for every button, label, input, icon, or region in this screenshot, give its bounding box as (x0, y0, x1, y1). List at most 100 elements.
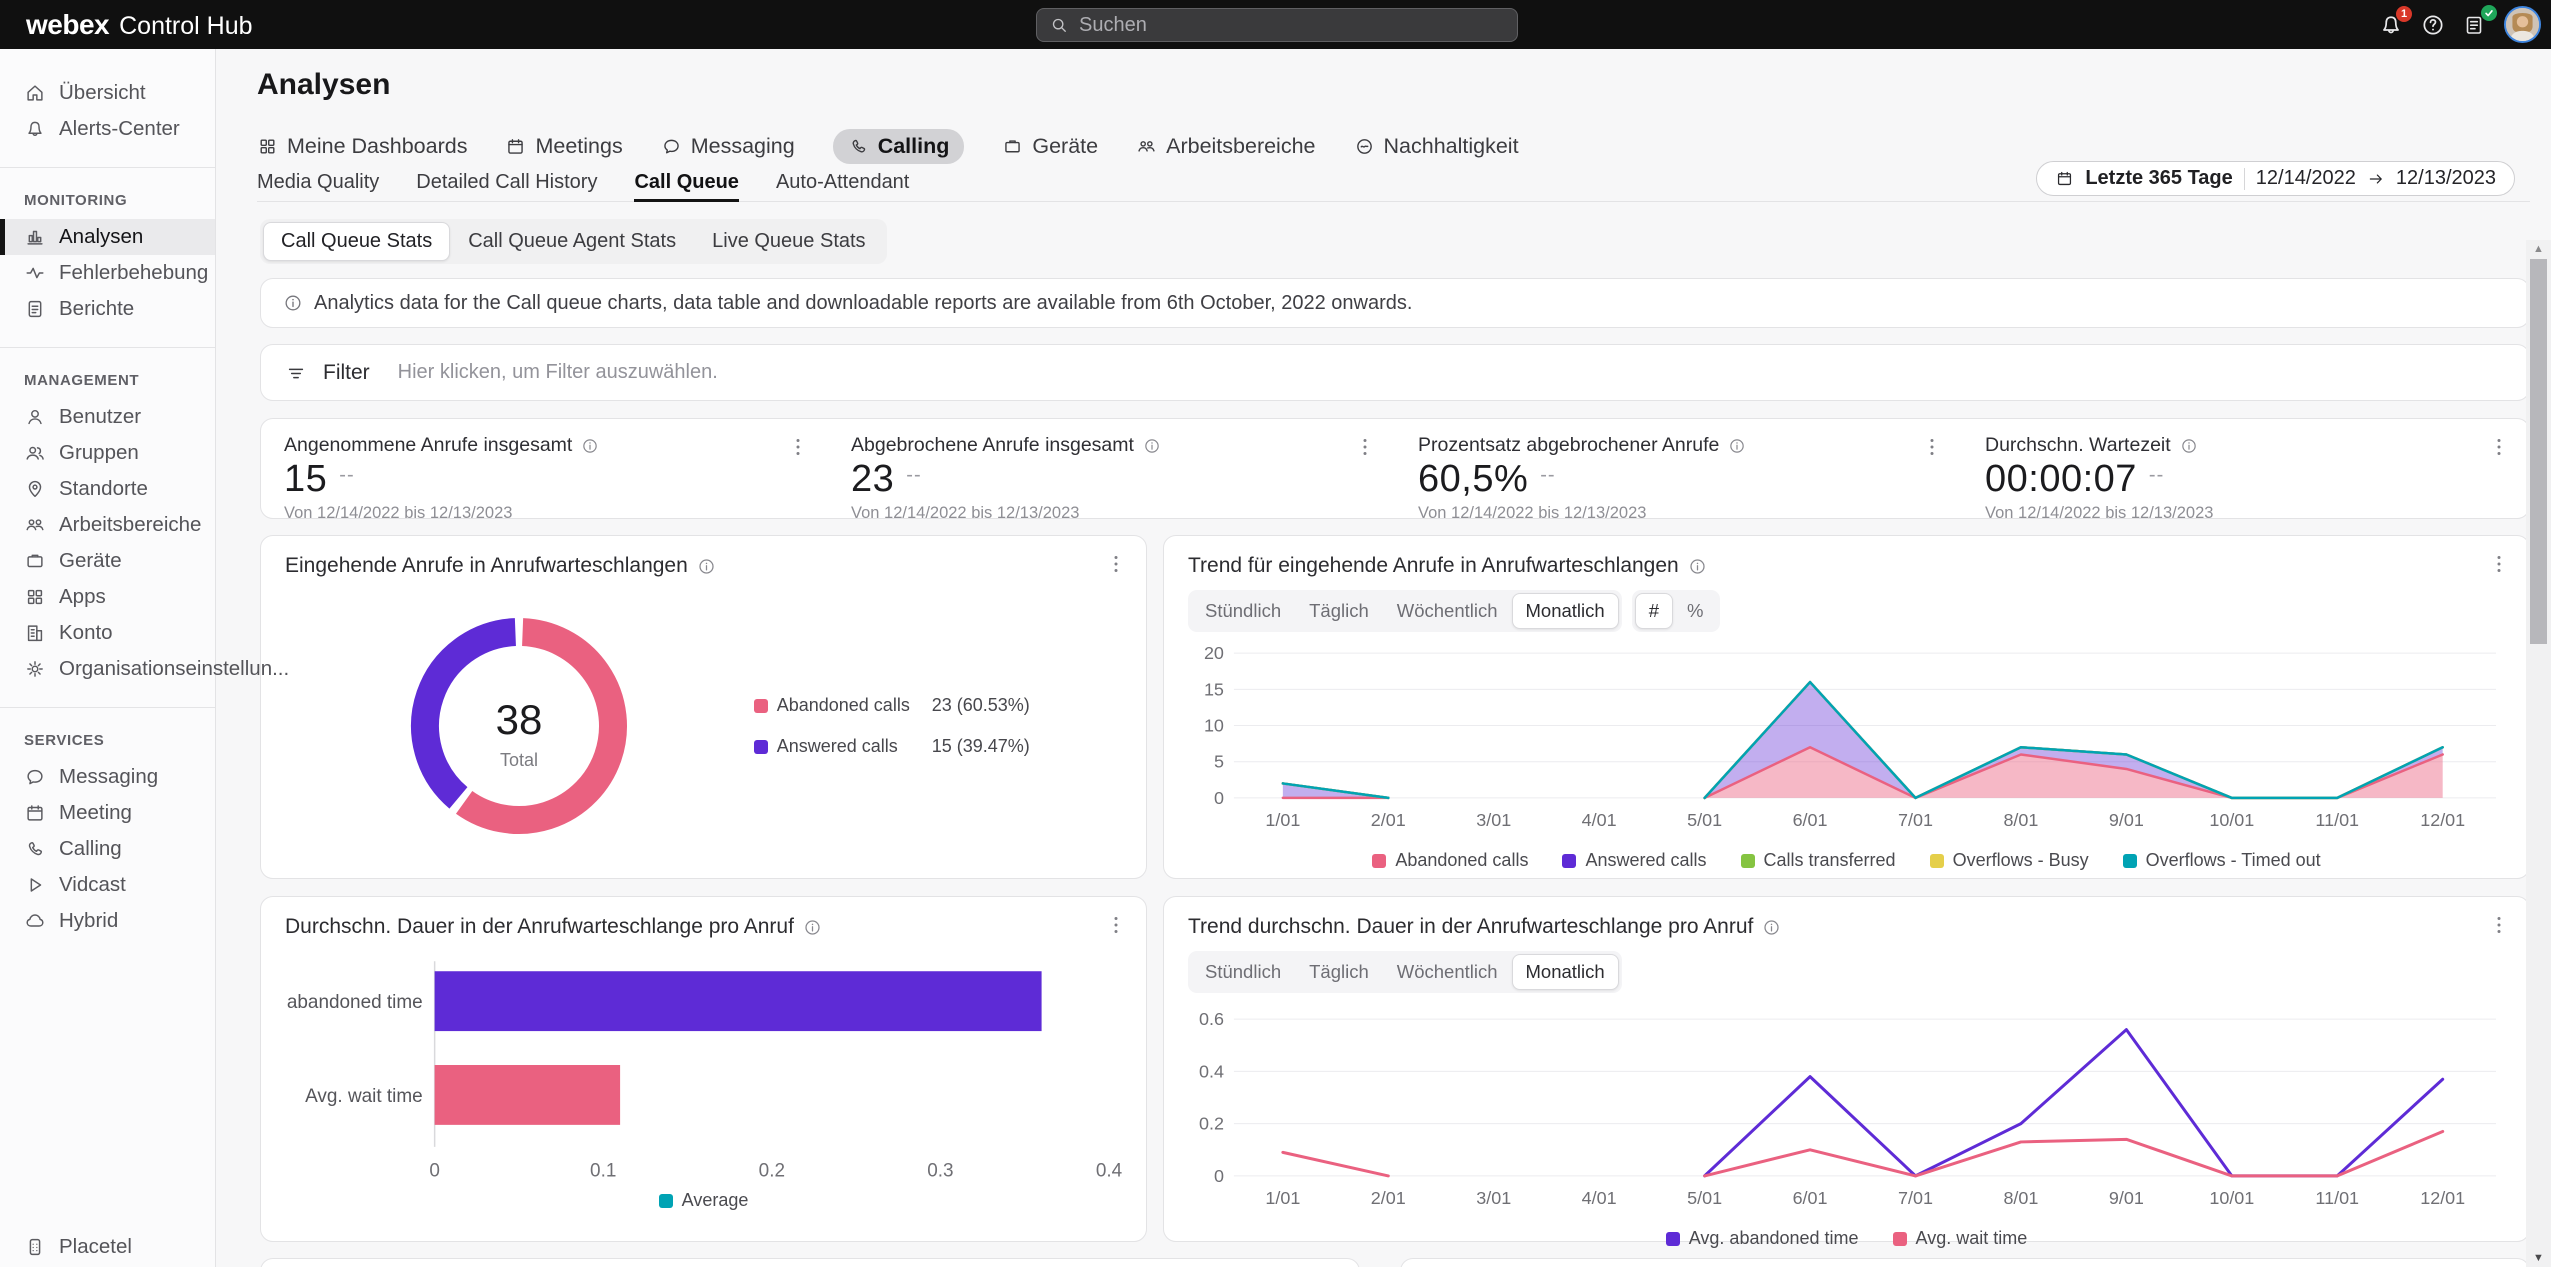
info-icon[interactable] (803, 918, 822, 937)
user-avatar[interactable] (2504, 6, 2541, 43)
play-icon (24, 874, 46, 896)
toggle-st-ndlich[interactable]: Stündlich (1191, 593, 1295, 629)
pill-live-queue-stats[interactable]: Live Queue Stats (694, 222, 883, 261)
subtab-call-queue[interactable]: Call Queue (634, 171, 738, 202)
toggle-[interactable]: # (1635, 593, 1673, 629)
tab-messaging[interactable]: Messaging (661, 134, 795, 159)
svg-text:12/01: 12/01 (2420, 810, 2465, 830)
sidebar-item-fehlerbehebung[interactable]: Fehlerbehebung (0, 255, 215, 291)
toggle-monatlich[interactable]: Monatlich (1512, 593, 1619, 629)
bar-avg-abandoned-time[interactable] (435, 971, 1042, 1031)
sidebar-item-berichte[interactable]: Berichte (0, 291, 215, 327)
sidebar-item-placetel[interactable]: Placetel (0, 1229, 215, 1265)
legend-answered-calls[interactable]: Answered calls (1562, 850, 1706, 871)
toggle-[interactable]: % (1673, 593, 1717, 629)
sidebar-item-meeting[interactable]: Meeting (0, 795, 215, 831)
tab-label: Meine Dashboards (287, 134, 467, 159)
tab-label: Arbeitsbereiche (1166, 134, 1315, 159)
filter-label: Filter (323, 361, 370, 385)
sidebar-item-organisationseinstellun[interactable]: Organisationseinstellun... (0, 651, 215, 687)
bar-avg-wait-time[interactable] (435, 1065, 620, 1125)
kebab-menu-icon[interactable] (1104, 552, 1128, 576)
sidebar-item-hybrid[interactable]: Hybrid (0, 903, 215, 939)
sidebar-item-analysen[interactable]: Analysen (0, 219, 215, 255)
sidebar-item-arbeitsbereiche[interactable]: Arbeitsbereiche (0, 507, 215, 543)
subtab-media-quality[interactable]: Media Quality (257, 171, 379, 201)
info-icon (2180, 437, 2198, 455)
toggle-w-chentlich[interactable]: Wöchentlich (1383, 954, 1512, 990)
legend-average[interactable]: Average (659, 1190, 749, 1211)
tab-meetings[interactable]: Meetings (505, 134, 622, 159)
tab-calling[interactable]: Calling (833, 129, 965, 164)
kebab-menu-icon[interactable] (2487, 913, 2511, 937)
date-range-picker[interactable]: Letzte 365 Tage 12/14/2022 12/13/2023 (2036, 161, 2515, 196)
legend-abandoned-calls[interactable]: Abandoned calls (1372, 850, 1528, 871)
kebab-menu-icon[interactable] (1353, 435, 1377, 459)
sidebar-item-label: Konto (59, 621, 113, 645)
area-chart-legend: Abandoned calls Answered calls Calls trans… (1188, 850, 2505, 871)
sidebar-item-calling[interactable]: Calling (0, 831, 215, 867)
search-icon (1049, 15, 1069, 35)
scrollbar-up-arrow[interactable]: ▲ (2526, 243, 2551, 255)
global-search[interactable] (1036, 8, 1518, 42)
notifications-button[interactable]: 1 (2378, 12, 2404, 38)
toggle-t-glich[interactable]: Täglich (1295, 954, 1383, 990)
sidebar-item-apps[interactable]: Apps (0, 579, 215, 615)
legend-calls-transferred[interactable]: Calls transferred (1741, 850, 1896, 871)
legend-avg-abandoned-time[interactable]: Avg. abandoned time (1666, 1228, 1859, 1249)
info-icon[interactable] (1688, 557, 1707, 576)
legend-overflows-busy[interactable]: Overflows - Busy (1930, 850, 2089, 871)
legend-answered-calls[interactable]: Answered calls15 (39.47%) (754, 736, 1122, 757)
user-icon (24, 406, 46, 428)
search-input[interactable] (1079, 14, 1505, 37)
legend-overflows-timed-out[interactable]: Overflows - Timed out (2123, 850, 2321, 871)
sidebar-item-standorte[interactable]: Standorte (0, 471, 215, 507)
scrollbar[interactable]: ▲ ▼ (2526, 240, 2551, 1267)
report-icon (24, 298, 46, 320)
legend-abandoned-calls[interactable]: Abandoned calls23 (60.53%) (754, 695, 1122, 716)
tab-nachhaltigkeit[interactable]: Nachhaltigkeit (1354, 134, 1519, 159)
tab-ger-te[interactable]: Geräte (1002, 134, 1098, 159)
sidebar-item-gruppen[interactable]: Gruppen (0, 435, 215, 471)
sidebar-item-label: Placetel (59, 1235, 132, 1259)
sidebar-item-vidcast[interactable]: Vidcast (0, 867, 215, 903)
sidebar-item-label: Messaging (59, 765, 158, 789)
kebab-menu-icon[interactable] (1104, 913, 1128, 937)
info-icon[interactable] (697, 557, 716, 576)
toggle-monatlich[interactable]: Monatlich (1512, 954, 1619, 990)
location-icon (24, 478, 46, 500)
date-separator (2244, 168, 2245, 190)
toggle-st-ndlich[interactable]: Stündlich (1191, 954, 1295, 990)
date-start[interactable]: 12/14/2022 (2256, 167, 2356, 190)
kebab-menu-icon[interactable] (2487, 552, 2511, 576)
subtab-auto-attendant[interactable]: Auto-Attendant (776, 171, 909, 201)
info-icon[interactable] (1762, 918, 1781, 937)
kebab-menu-icon[interactable] (2487, 435, 2511, 459)
kpi-value: 15 (284, 458, 327, 501)
pill-call-queue-stats[interactable]: Call Queue Stats (263, 222, 450, 261)
sidebar-item-messaging[interactable]: Messaging (0, 759, 215, 795)
sidebar-item-label: Gruppen (59, 441, 139, 465)
analytics-tabs: Meine Dashboards Meetings Messaging Calling… (257, 129, 2551, 163)
sidebar-item-benutzer[interactable]: Benutzer (0, 399, 215, 435)
scrollbar-thumb[interactable] (2530, 259, 2547, 644)
filter-bar[interactable]: Filter Hier klicken, um Filter auszuwähl… (260, 344, 2530, 401)
sidebar-item-alerts-center[interactable]: Alerts-Center (0, 111, 215, 147)
sidebar-item-konto[interactable]: Konto (0, 615, 215, 651)
tab-meine-dashboards[interactable]: Meine Dashboards (257, 134, 467, 159)
tasks-button[interactable] (2462, 12, 2488, 38)
kebab-menu-icon[interactable] (1920, 435, 1944, 459)
help-button[interactable] (2420, 12, 2446, 38)
tab-arbeitsbereiche[interactable]: Arbeitsbereiche (1136, 134, 1315, 159)
kpi-abgebrochene-anrufe-insgesamt: Abgebrochene Anrufe insgesamt23--Von 12/… (828, 419, 1395, 518)
sidebar-item-ger-te[interactable]: Geräte (0, 543, 215, 579)
date-end[interactable]: 12/13/2023 (2396, 167, 2496, 190)
pill-call-queue-agent-stats[interactable]: Call Queue Agent Stats (450, 222, 694, 261)
subtab-detailed-call-history[interactable]: Detailed Call History (416, 171, 597, 201)
kebab-menu-icon[interactable] (786, 435, 810, 459)
toggle-w-chentlich[interactable]: Wöchentlich (1383, 593, 1512, 629)
scrollbar-down-arrow[interactable]: ▼ (2526, 1252, 2551, 1264)
sidebar-item-bersicht[interactable]: Übersicht (0, 75, 215, 111)
toggle-t-glich[interactable]: Täglich (1295, 593, 1383, 629)
legend-avg-wait-time[interactable]: Avg. wait time (1893, 1228, 2028, 1249)
